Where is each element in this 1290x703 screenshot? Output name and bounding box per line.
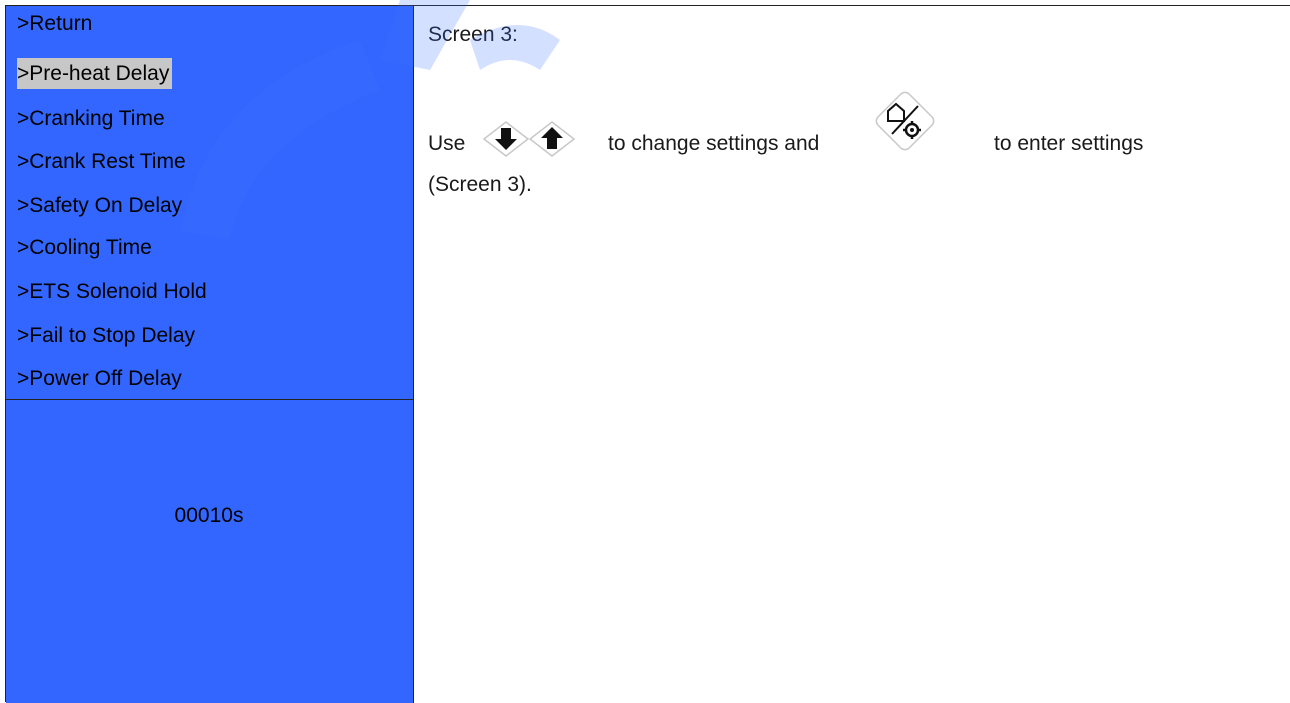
screen-description-table: >Return >Pre-heat Delay >Cranking Time >… <box>5 5 1290 703</box>
menu-item-safety-on-delay[interactable]: >Safety On Delay <box>17 190 185 221</box>
home-settings-key-icon <box>875 91 935 151</box>
setting-value: 00010s <box>174 504 244 527</box>
use-text: Use <box>428 132 466 155</box>
enter-settings-text: to enter settings <box>994 132 1144 155</box>
up-arrow-key-icon <box>528 121 576 157</box>
menu-item-pre-heat-delay[interactable]: >Pre-heat Delay <box>17 58 173 89</box>
menu-item-cooling-time[interactable]: >Cooling Time <box>17 232 155 263</box>
menu-item-power-off-delay[interactable]: >Power Off Delay <box>17 363 185 394</box>
lcd-display: >Return >Pre-heat Delay >Cranking Time >… <box>6 6 414 703</box>
menu-item-crank-rest-time[interactable]: >Crank Rest Time <box>17 146 189 177</box>
screen-label: Screen 3: <box>428 23 518 46</box>
screen-reference-text: (Screen 3). <box>428 173 532 196</box>
menu-item-return[interactable]: >Return <box>17 8 95 39</box>
menu-item-cranking-time[interactable]: >Cranking Time <box>17 103 168 134</box>
settings-menu: >Return >Pre-heat Delay >Cranking Time >… <box>6 6 412 399</box>
menu-item-ets-solenoid-hold[interactable]: >ETS Solenoid Hold <box>17 276 210 307</box>
lcd-divider <box>6 399 413 400</box>
instructions-panel: Screen 3: Use to change settings and to <box>414 6 1290 703</box>
change-settings-text: to change settings and <box>608 132 820 155</box>
menu-item-fail-to-stop-delay[interactable]: >Fail to Stop Delay <box>17 320 198 351</box>
